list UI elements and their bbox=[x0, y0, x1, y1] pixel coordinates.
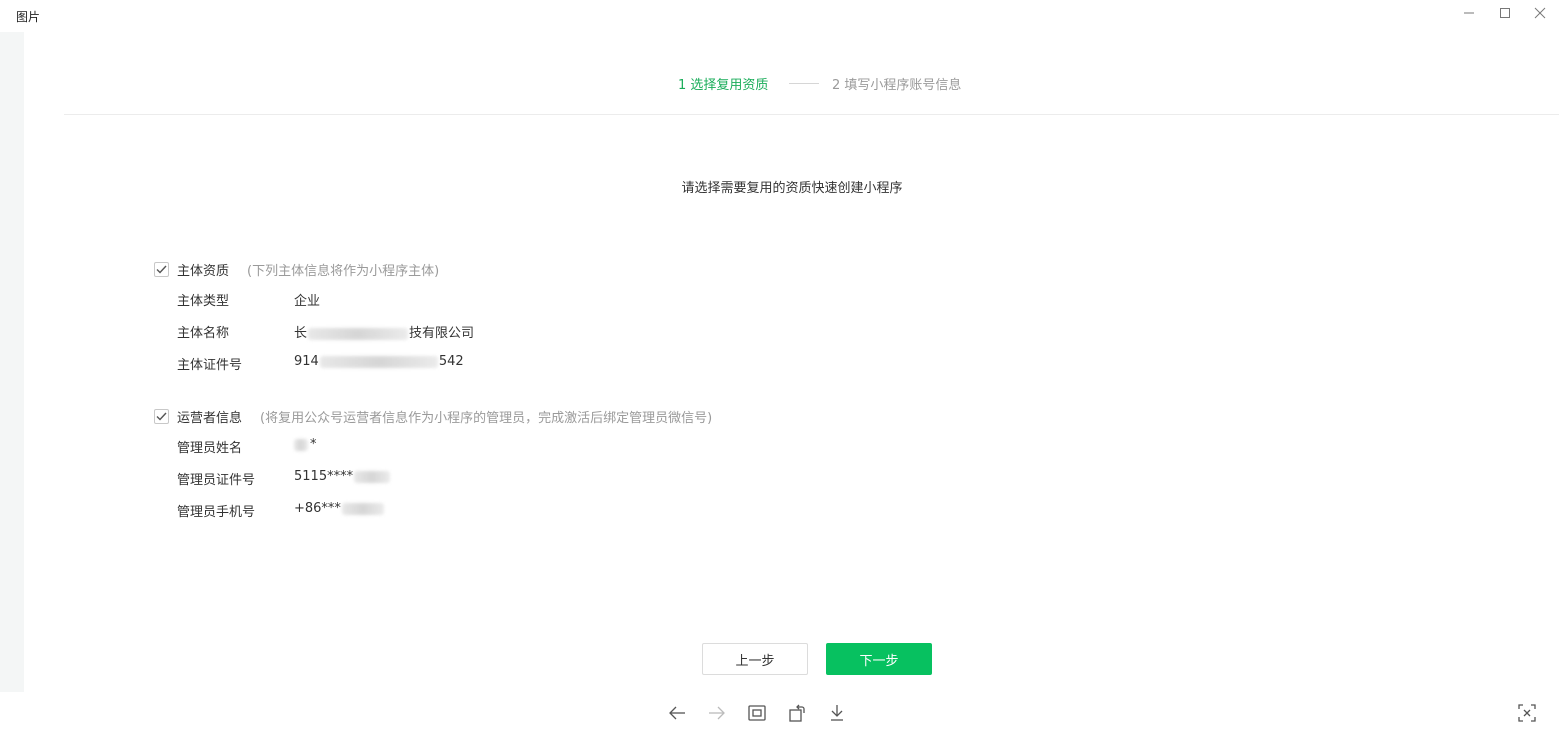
entity-checkbox[interactable] bbox=[154, 261, 169, 277]
admin-phone-label: 管理员手机号 bbox=[177, 505, 256, 520]
download-button[interactable] bbox=[826, 702, 848, 724]
redacted-blur bbox=[308, 327, 409, 340]
maximize-icon bbox=[1500, 8, 1510, 18]
entity-section-header: 主体资质 (下列主体信息将作为小程序主体) bbox=[154, 259, 439, 279]
step-connector bbox=[789, 83, 819, 84]
download-icon bbox=[831, 705, 843, 721]
close-icon bbox=[1534, 7, 1546, 19]
rotate-icon bbox=[789, 704, 805, 722]
entity-type-row: 主体类型 企业 bbox=[154, 283, 439, 315]
admin-phone-row: 管理员手机号 +86*** bbox=[154, 494, 712, 526]
step-2-label: 2 填写小程序账号信息 bbox=[832, 78, 962, 93]
step-1-label: 1 选择复用资质 bbox=[678, 78, 769, 93]
entity-qualification-section: 主体资质 (下列主体信息将作为小程序主体) 主体类型 企业 主体名称 长 技有限公… bbox=[154, 259, 474, 379]
admin-id-prefix: 5115**** bbox=[294, 469, 354, 484]
operator-info-section: 运营者信息 (将复用公众号运营者信息作为小程序的管理员，完成激活后绑定管理员微信… bbox=[154, 406, 712, 526]
step-indicator: 1 选择复用资质 2 填写小程序账号信息 bbox=[24, 74, 1559, 94]
admin-name-row: 管理员姓名 * bbox=[154, 430, 712, 462]
entity-id-value: 914 542 bbox=[294, 354, 464, 369]
arrow-right-icon bbox=[709, 706, 725, 720]
header-divider bbox=[64, 114, 1559, 115]
next-image-button[interactable] bbox=[706, 702, 728, 724]
fullscreen-icon bbox=[1518, 704, 1536, 722]
operator-section-header: 运营者信息 (将复用公众号运营者信息作为小程序的管理员，完成激活后绑定管理员微信… bbox=[154, 406, 712, 426]
rotate-button[interactable] bbox=[786, 702, 808, 724]
admin-phone-prefix: +86*** bbox=[294, 501, 341, 516]
admin-id-label: 管理员证件号 bbox=[177, 473, 256, 488]
admin-name-suffix: * bbox=[310, 437, 317, 452]
viewer-toolbar bbox=[0, 692, 1559, 733]
redacted-blur bbox=[341, 502, 384, 515]
entity-rows: 主体类型 企业 主体名称 长 技有限公司 主体证件号 914 542 bbox=[154, 283, 474, 379]
entity-id-prefix: 914 bbox=[294, 354, 319, 369]
entity-name-value: 长 技有限公司 bbox=[294, 322, 474, 341]
intro-text: 请选择需要复用的资质快速创建小程序 bbox=[0, 177, 1559, 196]
entity-name-label: 主体名称 bbox=[177, 326, 230, 341]
admin-name-label: 管理员姓名 bbox=[177, 441, 243, 456]
window-title: 图片 bbox=[16, 10, 41, 24]
admin-id-row: 管理员证件号 5115**** bbox=[154, 462, 712, 494]
fit-screen-button[interactable] bbox=[746, 702, 768, 724]
operator-rows: 管理员姓名 * 管理员证件号 5115**** 管理员手机号 +86*** bbox=[154, 430, 712, 526]
entity-type-value: 企业 bbox=[294, 290, 320, 309]
entity-name-prefix: 长 bbox=[294, 326, 308, 341]
entity-type-text: 企业 bbox=[294, 294, 321, 309]
admin-name-value: * bbox=[294, 437, 317, 452]
fullscreen-button[interactable] bbox=[1516, 702, 1538, 724]
intro-label: 请选择需要复用的资质快速创建小程序 bbox=[681, 181, 903, 196]
fit-screen-icon bbox=[748, 705, 766, 721]
entity-id-row: 主体证件号 914 542 bbox=[154, 347, 464, 379]
entity-name-suffix: 技有限公司 bbox=[409, 326, 475, 341]
maximize-button[interactable] bbox=[1488, 2, 1522, 24]
displayed-image: 1 选择复用资质 2 填写小程序账号信息 请选择需要复用的资质快速创建小程序 主… bbox=[24, 32, 1559, 692]
image-viewer-window: 图片 1 选择复用资质 2 填写小程序账号信息 请选择需要复用的资质快速创建小程… bbox=[0, 0, 1559, 733]
prev-step-button[interactable]: 上一步 bbox=[702, 643, 808, 675]
admin-phone-value: +86*** bbox=[294, 501, 384, 516]
title-bar: 图片 bbox=[0, 0, 1559, 32]
checkmark-icon bbox=[156, 412, 167, 421]
entity-type-label: 主体类型 bbox=[177, 294, 230, 309]
redacted-blur bbox=[319, 355, 438, 368]
entity-id-suffix: 542 bbox=[438, 354, 464, 369]
operator-checkbox[interactable] bbox=[154, 408, 169, 424]
minimize-icon bbox=[1464, 12, 1474, 14]
left-margin-strip bbox=[0, 32, 24, 692]
operator-section-title: 运营者信息 bbox=[177, 410, 243, 426]
checkmark-icon bbox=[156, 265, 167, 274]
minimize-button[interactable] bbox=[1452, 2, 1486, 24]
previous-image-button[interactable] bbox=[666, 702, 688, 724]
entity-section-note: (下列主体信息将作为小程序主体) bbox=[247, 263, 440, 279]
redacted-blur bbox=[294, 438, 308, 451]
operator-section-note: (将复用公众号运营者信息作为小程序的管理员，完成激活后绑定管理员微信号) bbox=[260, 410, 713, 426]
next-step-button[interactable]: 下一步 bbox=[826, 643, 932, 675]
close-button[interactable] bbox=[1523, 2, 1557, 24]
entity-name-row: 主体名称 长 技有限公司 bbox=[154, 315, 474, 347]
admin-id-value: 5115**** bbox=[294, 469, 391, 484]
entity-id-label: 主体证件号 bbox=[177, 358, 243, 373]
arrow-left-icon bbox=[669, 706, 685, 720]
redacted-blur bbox=[354, 470, 391, 483]
entity-section-title: 主体资质 bbox=[177, 263, 230, 279]
